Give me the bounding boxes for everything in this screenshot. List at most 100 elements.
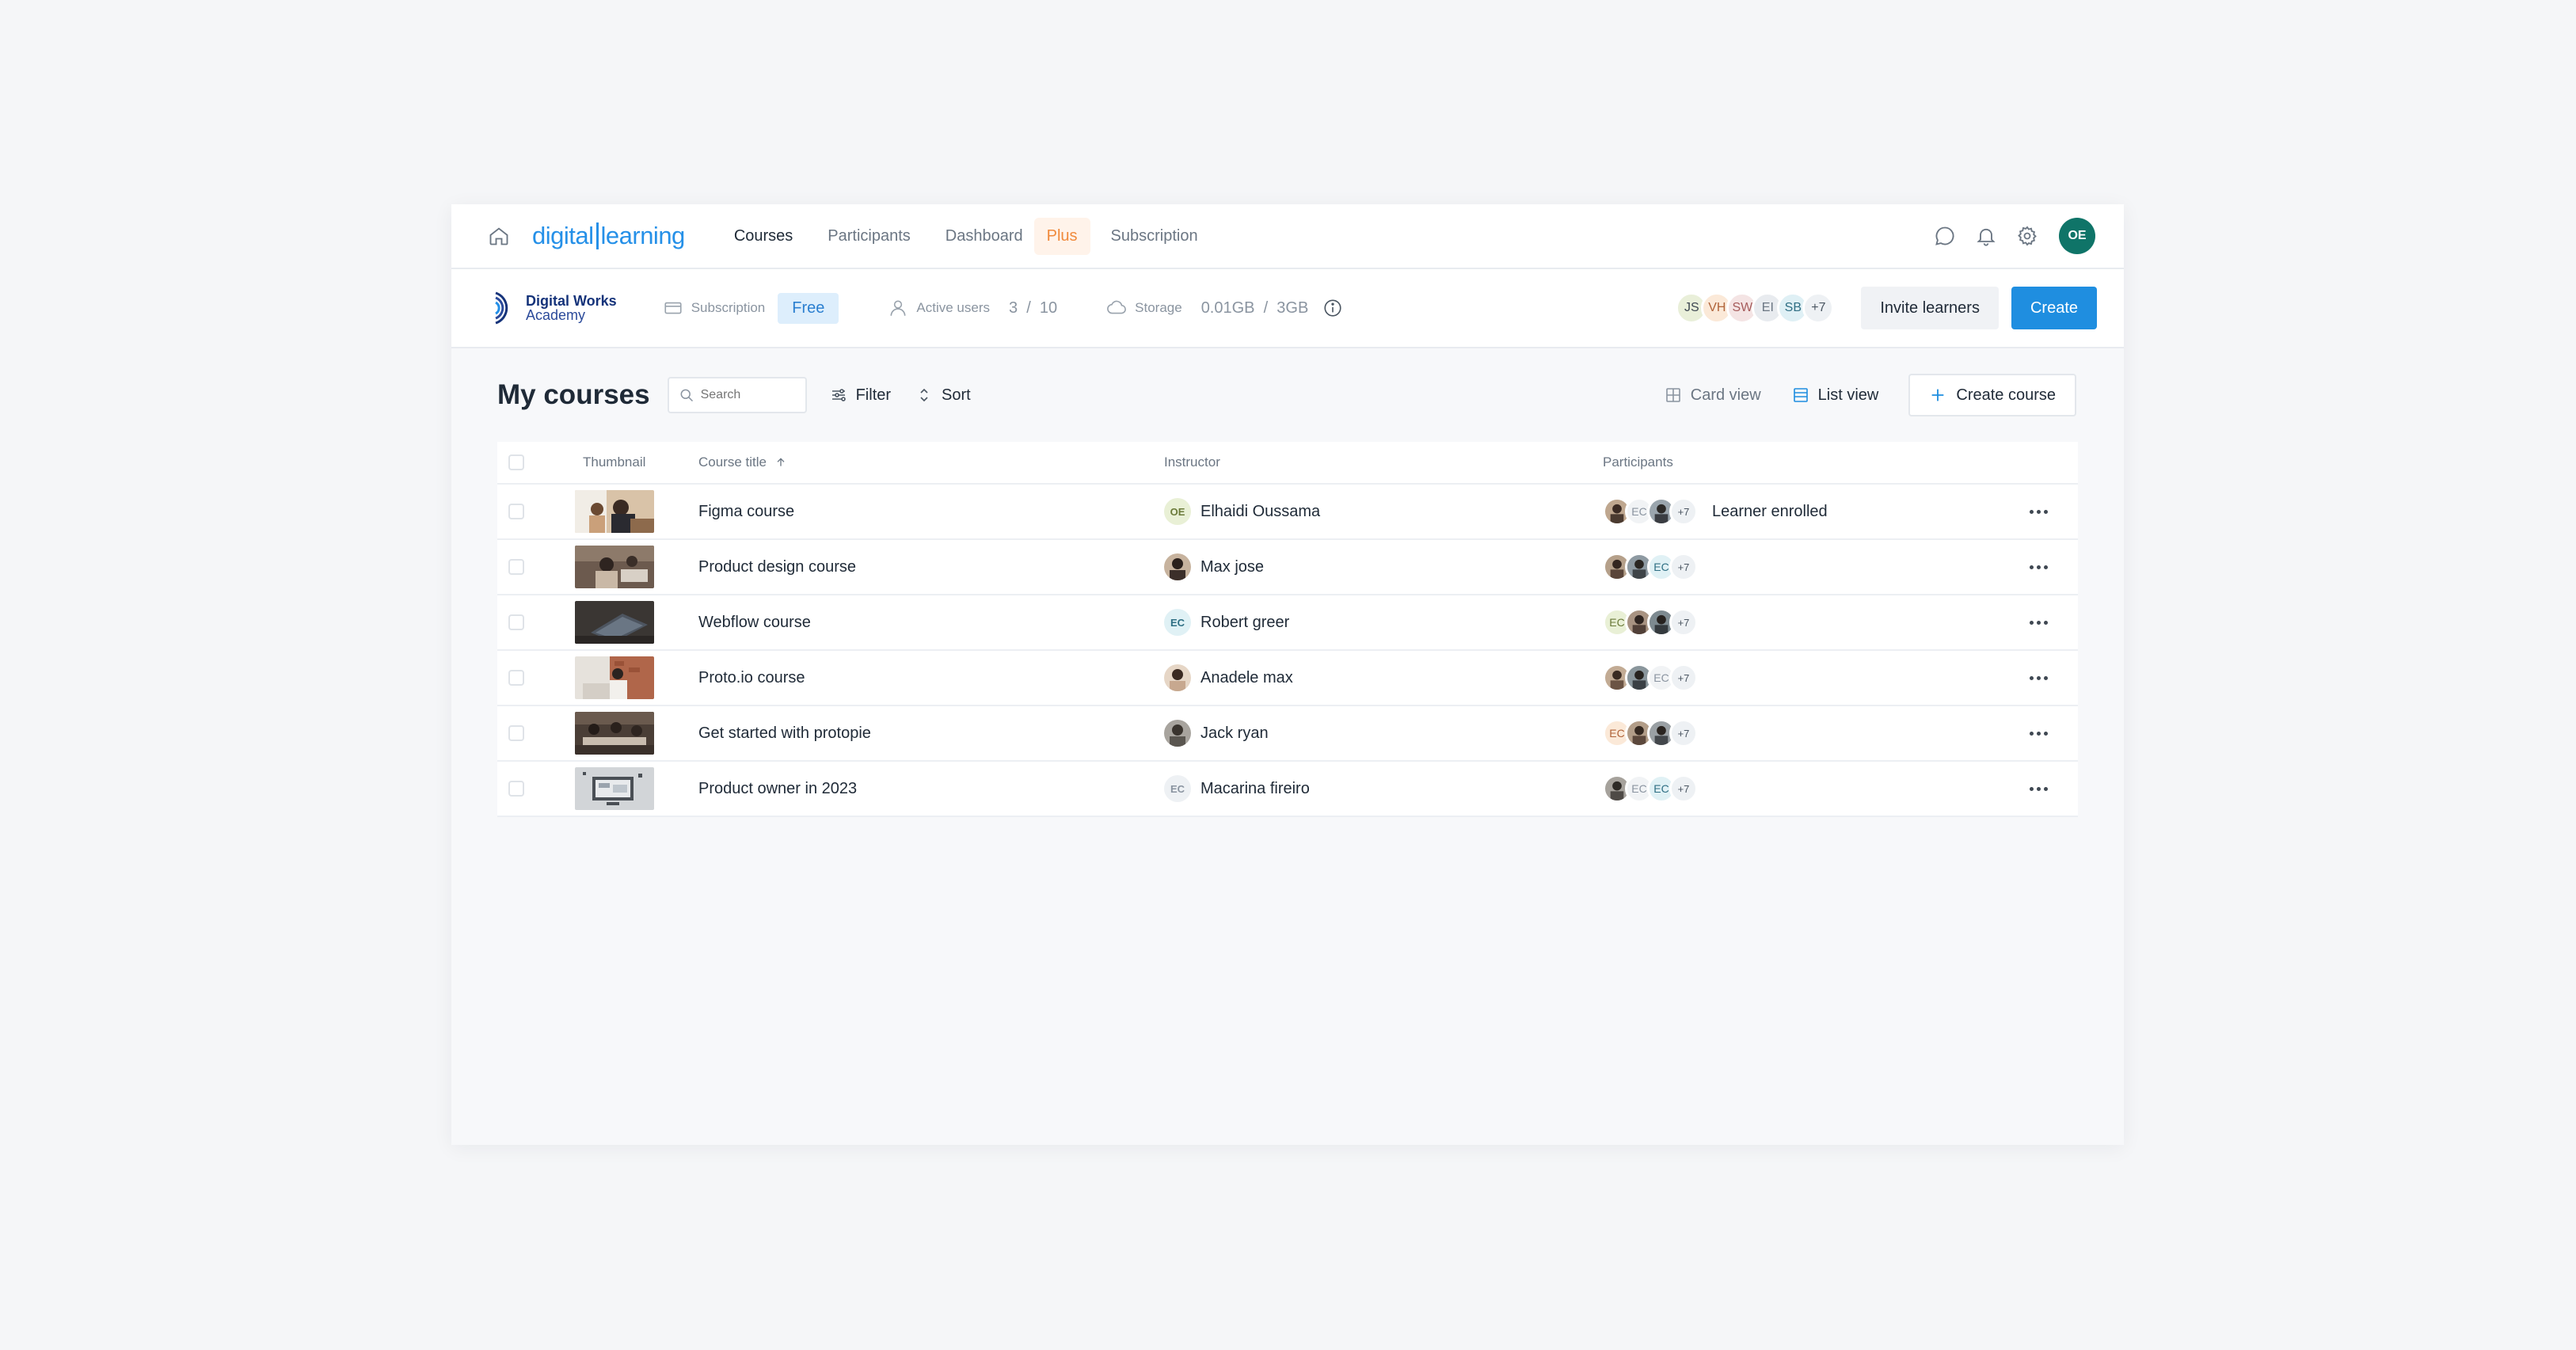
filter-button[interactable]: Filter bbox=[829, 386, 891, 405]
course-thumbnail[interactable] bbox=[575, 656, 654, 699]
instructor-cell: Anadele max bbox=[1164, 664, 1603, 691]
plus-icon bbox=[1932, 389, 1944, 401]
instructor-cell: EC Macarina fireiro bbox=[1164, 775, 1603, 802]
nav-tab-courses[interactable]: Courses bbox=[720, 218, 807, 255]
course-thumbnail[interactable] bbox=[575, 601, 654, 644]
create-course-button[interactable]: Create course bbox=[1908, 374, 2076, 416]
credit-card-icon bbox=[664, 302, 682, 314]
academy-logo-icon bbox=[495, 291, 508, 325]
more-options-icon[interactable] bbox=[2029, 620, 2048, 625]
select-all-checkbox[interactable] bbox=[508, 454, 524, 470]
course-title[interactable]: Webflow course bbox=[698, 614, 1164, 632]
row-select-cell bbox=[497, 504, 575, 519]
row-select-cell bbox=[497, 725, 575, 741]
course-thumbnail[interactable] bbox=[575, 490, 654, 533]
subscription-label: Subscription bbox=[691, 300, 766, 315]
header-course-title-label: Course title bbox=[698, 454, 767, 470]
course-title[interactable]: Proto.io course bbox=[698, 669, 1164, 687]
row-checkbox[interactable] bbox=[508, 670, 524, 686]
logo-divider bbox=[595, 222, 599, 249]
logo-text-digital: digital bbox=[532, 222, 594, 249]
instructor-name: Anadele max bbox=[1200, 668, 1293, 686]
create-course-label: Create course bbox=[1956, 386, 2056, 404]
card-view-button[interactable]: Card view bbox=[1664, 386, 1761, 405]
subscription-plan-badge[interactable]: Free bbox=[778, 292, 839, 324]
row-actions-cell bbox=[1999, 731, 2078, 736]
chat-icon[interactable] bbox=[1929, 220, 1961, 252]
more-options-icon[interactable] bbox=[2029, 786, 2048, 791]
participants-cell: EC EC +7 bbox=[1603, 774, 1999, 803]
instructor-avatar: EC bbox=[1164, 609, 1191, 636]
more-options-icon[interactable] bbox=[2029, 731, 2048, 736]
instructor-name: Max jose bbox=[1200, 557, 1265, 576]
nav-actions: OE bbox=[1929, 218, 2095, 254]
create-button[interactable]: Create bbox=[2011, 287, 2097, 329]
participants-avatar-stack[interactable]: EC +7 bbox=[1603, 553, 1698, 581]
header-instructor: Instructor bbox=[1164, 454, 1220, 470]
app-logo[interactable]: digital learning bbox=[532, 222, 685, 250]
course-thumbnail[interactable] bbox=[575, 546, 654, 588]
sort-button[interactable]: Sort bbox=[915, 386, 971, 405]
row-checkbox[interactable] bbox=[508, 781, 524, 797]
row-select-cell bbox=[497, 614, 575, 630]
user-avatar[interactable]: OE bbox=[2059, 218, 2095, 254]
table-row[interactable]: Webflow course EC Robert greer EC +7 bbox=[497, 595, 2078, 651]
course-title[interactable]: Product design course bbox=[698, 558, 1164, 576]
participants-avatar-stack[interactable]: EC +7 bbox=[1603, 608, 1698, 637]
table-row[interactable]: Proto.io course Anadele max EC +7 bbox=[497, 651, 2078, 706]
row-checkbox[interactable] bbox=[508, 559, 524, 575]
course-thumbnail[interactable] bbox=[575, 767, 654, 810]
bell-icon[interactable] bbox=[1970, 220, 2002, 252]
instructor-name: Macarina fireiro bbox=[1200, 779, 1310, 797]
nav-tab-subscription[interactable]: Subscription bbox=[1097, 218, 1212, 255]
academy-name: Digital Works Academy bbox=[526, 294, 617, 322]
table-row[interactable]: Product owner in 2023 EC Macarina fireir… bbox=[497, 762, 2078, 817]
table-row[interactable]: Figma course OE Elhaidi Oussama EC +7 Le… bbox=[497, 485, 2078, 540]
courses-toolbar: My courses Filter Sort Card view List vi… bbox=[451, 348, 2124, 442]
row-checkbox[interactable] bbox=[508, 614, 524, 630]
header-course-title[interactable]: Course title bbox=[698, 454, 1164, 470]
more-options-icon[interactable] bbox=[2029, 565, 2048, 569]
course-thumbnail[interactable] bbox=[575, 712, 654, 755]
table-row[interactable]: Get started with protopie Jack ryan EC +… bbox=[497, 706, 2078, 762]
instructor-name: Robert greer bbox=[1200, 613, 1290, 631]
course-title[interactable]: Figma course bbox=[698, 503, 1164, 521]
nav-tab-dashboard[interactable]: Dashboard bbox=[931, 218, 1037, 255]
thumbnail-cell bbox=[575, 601, 698, 644]
course-title[interactable]: Get started with protopie bbox=[698, 724, 1164, 743]
active-users-label: Active users bbox=[916, 300, 990, 315]
avatar-more-count: +7 bbox=[1669, 553, 1698, 581]
table-header: Thumbnail Course title Instructor Partic… bbox=[497, 442, 2078, 485]
row-select-cell bbox=[497, 670, 575, 686]
header-participants: Participants bbox=[1603, 454, 1673, 470]
course-title[interactable]: Product owner in 2023 bbox=[698, 780, 1164, 798]
instructor-cell: EC Robert greer bbox=[1164, 609, 1603, 636]
nav-tab-plus-badge[interactable]: Plus bbox=[1033, 217, 1090, 255]
row-checkbox[interactable] bbox=[508, 504, 524, 519]
more-options-icon[interactable] bbox=[2029, 509, 2048, 514]
row-actions-cell bbox=[1999, 620, 2078, 625]
row-select-cell bbox=[497, 781, 575, 797]
participants-avatar-stack[interactable]: EC EC +7 bbox=[1603, 774, 1698, 803]
participants-avatar-stack[interactable]: EC +7 bbox=[1603, 497, 1698, 526]
info-icon[interactable] bbox=[1322, 298, 1343, 318]
nav-tab-participants[interactable]: Participants bbox=[813, 218, 925, 255]
invite-learners-button[interactable]: Invite learners bbox=[1861, 287, 1999, 329]
participants-cell: EC +7 Learner enrolled bbox=[1603, 497, 1999, 526]
table-row[interactable]: Product design course Max jose EC +7 bbox=[497, 540, 2078, 595]
header-thumbnail: Thumbnail bbox=[583, 454, 646, 470]
search-input[interactable] bbox=[700, 388, 796, 402]
more-options-icon[interactable] bbox=[2029, 675, 2048, 680]
learner-avatar-stack[interactable]: JS VH SW EI SB +7 bbox=[1676, 292, 1835, 324]
participants-avatar-stack[interactable]: EC +7 bbox=[1603, 664, 1698, 692]
participants-avatar-stack[interactable]: EC +7 bbox=[1603, 719, 1698, 747]
home-icon[interactable] bbox=[483, 220, 515, 252]
row-checkbox[interactable] bbox=[508, 725, 524, 741]
sort-label: Sort bbox=[942, 386, 971, 404]
search-box[interactable] bbox=[667, 377, 807, 413]
card-view-label: Card view bbox=[1690, 386, 1761, 404]
list-view-button[interactable]: List view bbox=[1791, 386, 1878, 405]
enrollment-status: Learner enrolled bbox=[1712, 502, 1828, 520]
participants-cell: EC +7 bbox=[1603, 608, 1999, 637]
gear-icon[interactable] bbox=[2011, 220, 2043, 252]
